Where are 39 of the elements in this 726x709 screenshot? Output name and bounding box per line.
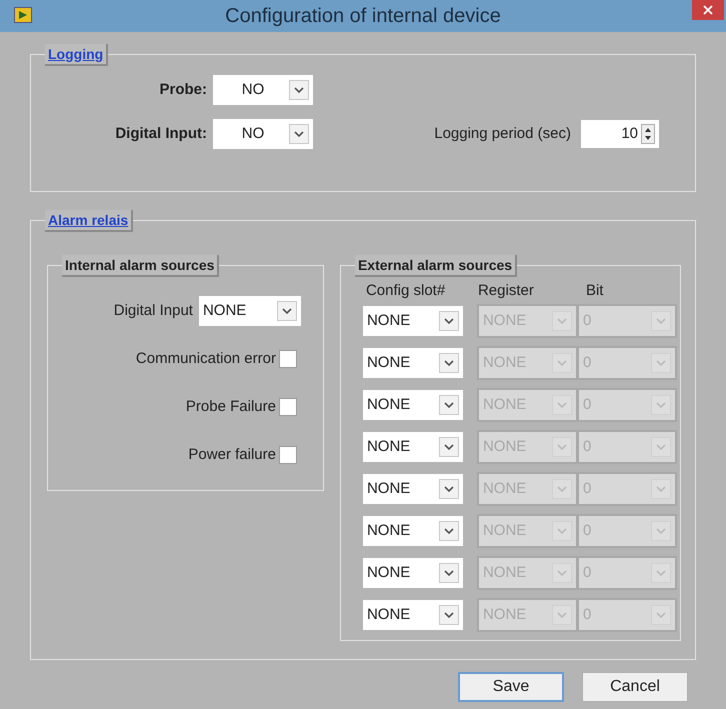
checkbox[interactable]: [278, 350, 297, 368]
column-header: Bit: [586, 280, 604, 301]
group-title: External alarm sources: [354, 255, 518, 277]
dropdown-caret-icon[interactable]: [438, 479, 459, 499]
dialog-button[interactable]: Save: [458, 672, 564, 702]
dropdown-caret-icon[interactable]: [438, 437, 459, 457]
app-icon: [14, 7, 32, 23]
checkbox[interactable]: [278, 446, 297, 464]
checkbox-label: Communication error: [136, 348, 276, 369]
field-label: Digital Input: [114, 300, 193, 321]
dropdown-caret-icon[interactable]: [438, 563, 459, 583]
column-header: Config slot#: [364, 280, 446, 301]
dropdown-caret-icon[interactable]: [438, 353, 459, 373]
dropdown-caret-icon[interactable]: [438, 521, 459, 541]
group-title: Internal alarm sources: [62, 255, 220, 277]
field-label: Digital Input:: [115, 124, 207, 144]
dropdown-caret-icon[interactable]: [289, 80, 309, 100]
dropdown-caret-icon[interactable]: [276, 301, 297, 321]
spinner-icon[interactable]: [641, 124, 655, 144]
dropdown-caret-icon[interactable]: [438, 605, 459, 625]
dropdown[interactable]: NONE: [198, 296, 301, 326]
checkbox[interactable]: [278, 398, 297, 416]
dropdown-caret-icon[interactable]: [289, 124, 309, 144]
close-icon[interactable]: [703, 5, 713, 15]
checkbox-label: Power failure: [188, 444, 276, 465]
dropdown-caret-icon[interactable]: [438, 311, 459, 331]
dialog-button[interactable]: Cancel: [582, 672, 688, 702]
dropdown[interactable]: NO: [213, 119, 313, 149]
close-button[interactable]: [692, 0, 724, 20]
group-title: Alarm relais: [45, 210, 134, 232]
field-label: Logging period (sec): [434, 124, 571, 144]
number-field[interactable]: 10: [581, 120, 659, 148]
column-header: Register: [478, 280, 535, 301]
checkbox-label: Probe Failure: [186, 396, 276, 417]
dropdown-caret-icon[interactable]: [438, 395, 459, 415]
dropdown[interactable]: NO: [213, 75, 313, 105]
window-title: Configuration of internal device: [225, 4, 501, 29]
group-title: Logging: [45, 44, 108, 66]
field-label: Probe:: [159, 80, 207, 100]
